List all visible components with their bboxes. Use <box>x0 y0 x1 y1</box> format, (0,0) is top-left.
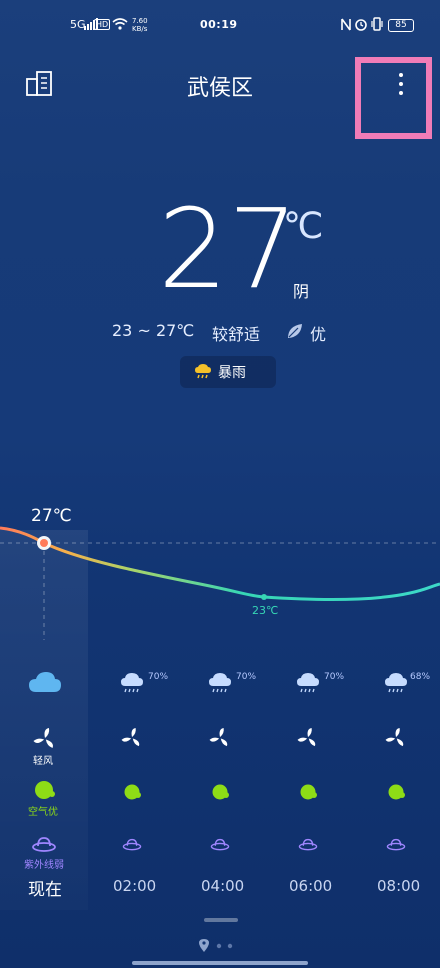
precip-08: 68% <box>410 672 431 682</box>
more-icon[interactable] <box>398 72 404 96</box>
vibrate-icon <box>371 17 383 31</box>
nfc-icon <box>341 18 351 31</box>
net-speed: 7.60 KB/s <box>132 17 148 33</box>
rain-cloud-icon <box>385 673 407 693</box>
rain-cloud-icon <box>121 673 143 693</box>
current-temp-label: 27℃ <box>31 506 72 526</box>
wind-fan-icon <box>121 728 140 747</box>
rainstorm-icon <box>195 364 211 379</box>
alarm-icon <box>355 19 367 31</box>
battery-indicator: 85 <box>388 19 414 32</box>
current-temp-point-inner <box>40 539 48 547</box>
forecast-weather-02 <box>120 672 144 700</box>
min-temp-point <box>261 594 267 600</box>
cloud-icon <box>29 672 61 692</box>
weather-alert-chip[interactable]: 暴雨 <box>180 356 276 388</box>
air-quality[interactable]: 优 <box>310 321 326 345</box>
min-temp-label: 23℃ <box>252 604 279 617</box>
wind-fan-icon <box>385 728 404 747</box>
precip-06: 70% <box>324 672 345 682</box>
wind-fan-icon <box>209 728 228 747</box>
temperature-range: 23 ~ 27℃ <box>112 321 195 340</box>
air-quality-icon <box>388 784 405 800</box>
alert-text: 暴雨 <box>218 365 246 381</box>
weather-condition: 阴 <box>293 282 310 301</box>
time-label-06: 06:00 <box>289 877 333 895</box>
time-label-now: 现在 <box>28 880 62 900</box>
wind-fan-icon <box>33 728 53 748</box>
uv-hat-icon <box>122 838 142 851</box>
time-label-02: 02:00 <box>113 877 157 895</box>
location-pin-icon <box>199 939 209 952</box>
temperature-curve <box>0 526 440 602</box>
wind-fan-icon <box>297 728 316 747</box>
uv-hat-icon <box>386 838 406 851</box>
uv-hat-icon <box>298 838 318 851</box>
air-quality-icon <box>300 784 317 800</box>
uv-hat-icon <box>32 837 56 852</box>
precip-02: 70% <box>148 672 169 682</box>
leaf-icon <box>288 324 302 338</box>
forecast-weather-06 <box>296 672 320 700</box>
hd-badge: HD <box>94 19 111 30</box>
forecast-weather-04 <box>208 672 232 700</box>
status-bar: 5G HD 7.60 KB/s 00:19 85 <box>0 0 440 52</box>
air-quality-icon <box>212 784 229 800</box>
air-quality-icon <box>124 784 141 800</box>
uv-label: 紫外线弱 <box>24 860 64 871</box>
rain-cloud-icon <box>297 673 319 693</box>
current-temperature: 27 <box>158 185 298 313</box>
air-label: 空气优 <box>28 807 58 818</box>
forecast-weather-08 <box>384 672 408 700</box>
clock: 00:19 <box>200 18 238 31</box>
more-button-highlight[interactable] <box>355 57 432 139</box>
uv-hat-icon <box>210 838 230 851</box>
page-indicator[interactable] <box>196 938 244 954</box>
rain-cloud-icon <box>209 673 231 693</box>
hourly-temperature-chart <box>0 526 440 640</box>
home-indicator[interactable] <box>132 961 308 965</box>
time-label-08: 08:00 <box>377 877 421 895</box>
wind-label: 轻风 <box>33 756 53 767</box>
temperature-unit: ℃ <box>283 206 324 247</box>
precip-04: 70% <box>236 672 257 682</box>
air-quality-icon <box>35 781 55 799</box>
comfort-level: 较舒适 <box>212 325 261 344</box>
time-label-04: 04:00 <box>201 877 245 895</box>
wifi-icon <box>112 18 128 30</box>
scroll-indicator <box>204 918 238 922</box>
